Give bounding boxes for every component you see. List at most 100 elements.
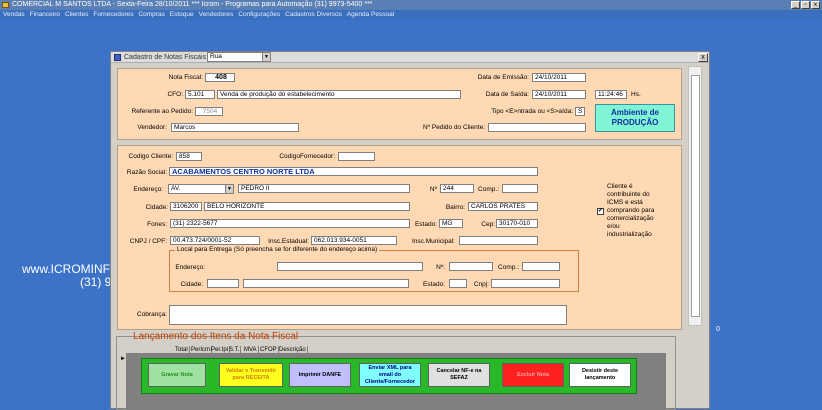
minimize-button[interactable]: _ bbox=[791, 1, 800, 9]
scrollbar-thumb[interactable] bbox=[691, 75, 700, 317]
entrega-numero-field[interactable] bbox=[449, 262, 493, 271]
entrega-endereco-field[interactable] bbox=[277, 262, 423, 271]
insc-municipal-label: Insc.Municipal: bbox=[412, 238, 455, 245]
chevron-down-icon: ▼ bbox=[262, 53, 270, 61]
icms-line: Cliente é bbox=[607, 183, 633, 190]
saida-field[interactable]: 24/10/2011 bbox=[532, 90, 586, 99]
close-app-button[interactable]: x bbox=[811, 1, 820, 9]
insc-estadual-field[interactable]: 062.013.934-0051 bbox=[311, 236, 397, 245]
insc-estadual-label: Insc.Estadual: bbox=[268, 238, 309, 245]
items-grid-header: Total PerIcm Per.Ipi S.T. MVA CFOP Descr… bbox=[126, 346, 666, 354]
items-title: Lançamento dos Itens da Nota Fiscal bbox=[133, 331, 299, 342]
entrega-tipo-dropdown[interactable]: Rua ▼ bbox=[207, 52, 271, 62]
dialog-close-button[interactable]: x bbox=[698, 53, 708, 62]
col-mva[interactable]: MVA bbox=[243, 346, 259, 354]
col-st[interactable]: S.T. bbox=[228, 346, 242, 354]
entrega-cidade-field[interactable] bbox=[243, 279, 409, 288]
endereco-tipo-dropdown[interactable]: AV. ▼ bbox=[168, 184, 234, 194]
nota-fiscal-field[interactable]: 408 bbox=[205, 73, 235, 82]
endereco-field[interactable]: PEDRO II bbox=[238, 184, 410, 193]
cobranca-label: Cobrança: bbox=[137, 311, 167, 318]
nota-fiscal-label: Nota Fiscal: bbox=[168, 74, 203, 81]
entrega-cidade-label: Cidade: bbox=[180, 281, 203, 288]
ambiente-line1: Ambiente de bbox=[610, 108, 659, 117]
entrega-comp-field[interactable] bbox=[522, 262, 560, 271]
menu-configuracoes[interactable]: Configurações bbox=[238, 11, 280, 18]
desistir-button[interactable]: Desistir deste lançamento bbox=[569, 363, 631, 387]
menu-vendedores[interactable]: Vendedores bbox=[199, 11, 234, 18]
col-pericm[interactable]: PerIcm bbox=[190, 346, 213, 354]
tipo-label: Tipo <E>ntrada ou <S>aída: bbox=[491, 108, 573, 115]
entrega-comp-label: Comp.: bbox=[498, 264, 519, 271]
menu-clientes[interactable]: Clientes bbox=[65, 11, 88, 18]
icms-line: comercialização bbox=[607, 215, 654, 222]
validar-transmitir-button[interactable]: Validar e Transmitir para RECEITA bbox=[219, 363, 283, 387]
icms-line: ICMS e está bbox=[607, 199, 643, 206]
bairro-field[interactable]: CARLOS PRATES bbox=[468, 202, 538, 211]
cep-field[interactable]: 30170-010 bbox=[496, 219, 538, 228]
cfo-description-field[interactable]: Venda de produção do estabelecimento bbox=[217, 90, 461, 99]
icms-line: e/ou bbox=[607, 223, 620, 230]
desktop-website-text: www.ICROMINF bbox=[22, 262, 110, 276]
bairro-label: Bairro: bbox=[445, 204, 465, 211]
enviar-xml-button[interactable]: Enviar XML para email do Cliente/Fornece… bbox=[359, 363, 421, 387]
icms-line: contribuinte do bbox=[607, 191, 650, 198]
icms-line: industrialização bbox=[607, 231, 652, 238]
menu-bar: Vendas Financeiro Clientes Fornecedores … bbox=[0, 10, 822, 20]
comp-field[interactable] bbox=[502, 184, 538, 193]
cidade-field[interactable]: BELO HORIZONTE bbox=[204, 202, 410, 211]
insc-municipal-field[interactable] bbox=[459, 236, 538, 245]
col-peripi[interactable]: Per.Ipi bbox=[210, 346, 231, 354]
cobranca-field[interactable] bbox=[169, 305, 567, 325]
imprimir-danfe-button[interactable]: Imprimir DANFE bbox=[289, 363, 351, 387]
icms-checkbox[interactable]: ✔ bbox=[597, 208, 604, 215]
menu-vendas[interactable]: Vendas bbox=[3, 11, 25, 18]
vertical-scrollbar[interactable] bbox=[688, 66, 702, 326]
col-descricao[interactable]: Descrição bbox=[278, 346, 308, 354]
menu-fornecedores[interactable]: Fornecedores bbox=[93, 11, 133, 18]
hora-unit: Hs. bbox=[631, 91, 641, 98]
cnpj-label: CNPJ / CPF: bbox=[129, 238, 167, 245]
endereco-label: Endereço: bbox=[133, 186, 163, 193]
codigo-fornecedor-label: CodigoFornecedor: bbox=[279, 153, 335, 160]
codigo-cliente-field[interactable]: 858 bbox=[176, 152, 202, 161]
menu-cadastros-diversos[interactable]: Cadastros Diversos bbox=[285, 11, 342, 18]
entrega-endereco-label: Endereço: bbox=[175, 264, 205, 271]
referente-field[interactable]: 7504 bbox=[195, 107, 223, 116]
tipo-field[interactable]: S bbox=[575, 107, 585, 116]
cfo-code-field[interactable]: 5.101 bbox=[185, 90, 215, 99]
emissao-field[interactable]: 24/10/2011 bbox=[532, 73, 586, 82]
pedido-cliente-label: Nº Pedido do Cliente: bbox=[423, 124, 485, 131]
cnpj-field[interactable]: 00.473.724/0001-52 bbox=[170, 236, 260, 245]
cancelar-nfe-button[interactable]: Cancelar NF-e na SEFAZ bbox=[428, 363, 490, 387]
menu-compras[interactable]: Compras bbox=[138, 11, 164, 18]
entrega-cidade-codigo-field[interactable] bbox=[207, 279, 239, 288]
vendedor-field[interactable]: Marcos bbox=[171, 123, 299, 132]
dialog-title: Cadastro de Notas Fiscais Eletronica bbox=[111, 52, 709, 63]
col-total[interactable]: Total bbox=[174, 346, 190, 354]
fones-label: Fones: bbox=[147, 221, 167, 228]
codigo-fornecedor-field[interactable] bbox=[338, 152, 375, 161]
hora-field[interactable]: 11:24:46 bbox=[595, 90, 627, 99]
row-marker-icon: ► bbox=[120, 356, 126, 362]
fones-field[interactable]: (31) 2322-5677 bbox=[170, 219, 410, 228]
estado-field[interactable]: MG bbox=[439, 219, 463, 228]
excluir-nota-button[interactable]: Excluir Nota bbox=[502, 363, 564, 387]
gravar-nota-button[interactable]: Gravar Nota bbox=[148, 363, 206, 387]
numero-label: Nº bbox=[429, 186, 437, 193]
numero-field[interactable]: 244 bbox=[440, 184, 474, 193]
col-cfop[interactable]: CFOP bbox=[259, 346, 279, 354]
icms-line: comprando para bbox=[607, 207, 655, 214]
codigo-cliente-label: Codigo Cliente: bbox=[128, 153, 173, 160]
menu-agenda-pessoal[interactable]: Agenda Pessoal bbox=[347, 11, 394, 18]
dialog-icon bbox=[114, 54, 121, 61]
pedido-cliente-field[interactable] bbox=[488, 123, 586, 132]
menu-estoque[interactable]: Estoque bbox=[170, 11, 194, 18]
entrega-cnpj-field[interactable] bbox=[491, 279, 560, 288]
razao-social-field[interactable]: ACABAMENTOS CENTRO NORTE LTDA bbox=[169, 167, 538, 176]
icms-info: Cliente é contribuinte do ICMS e está co… bbox=[607, 183, 677, 239]
entrega-estado-field[interactable] bbox=[449, 279, 467, 288]
menu-financeiro[interactable]: Financeiro bbox=[30, 11, 60, 18]
maximize-button[interactable]: ▫ bbox=[801, 1, 810, 9]
cidade-codigo-field[interactable]: 3106200 bbox=[170, 202, 202, 211]
